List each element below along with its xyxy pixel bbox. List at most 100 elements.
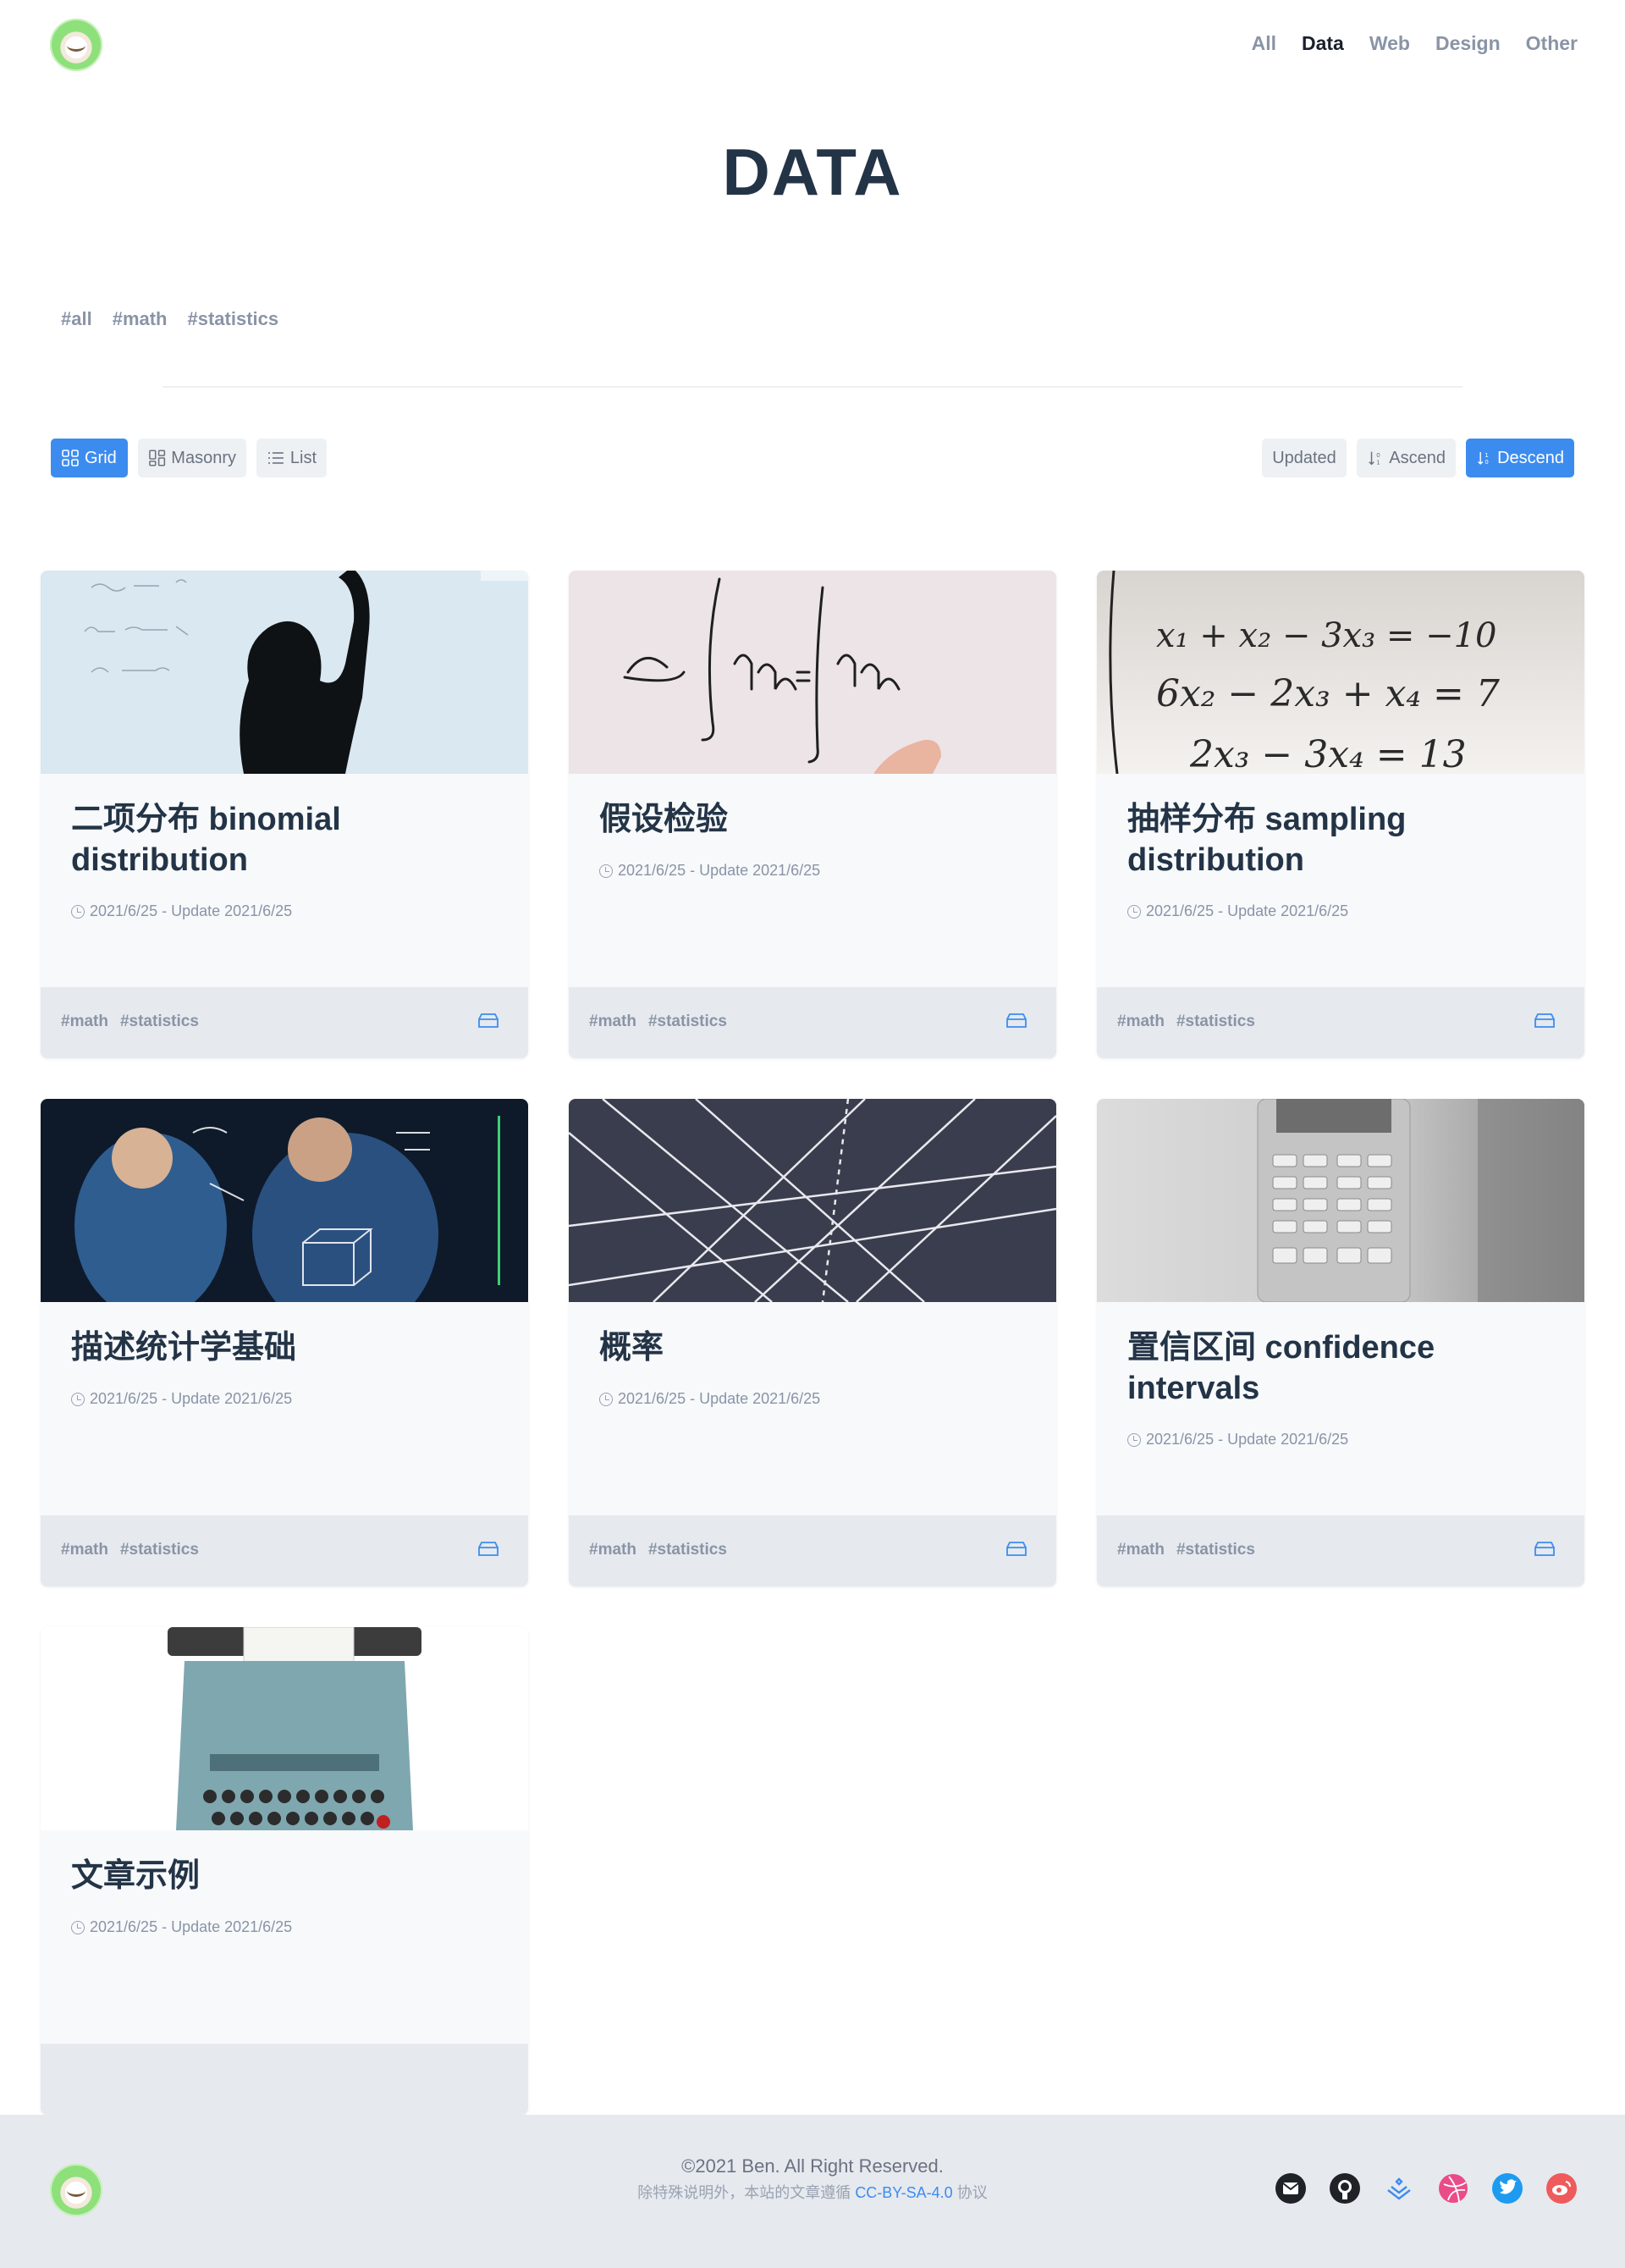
archive-box-icon[interactable]: [1005, 1011, 1027, 1029]
masonry-icon: [149, 450, 166, 466]
sort-ascend-button[interactable]: 01 Ascend: [1357, 439, 1456, 477]
nav-data[interactable]: Data: [1302, 32, 1344, 55]
svg-text:2x₃ − 3x₄ = 13: 2x₃ − 3x₄ = 13: [1189, 733, 1467, 774]
clock-icon: [71, 1920, 85, 1934]
tag-statistics[interactable]: #statistics: [188, 308, 279, 330]
archive-box-icon[interactable]: [477, 1011, 499, 1029]
category-tags: #all #math #statistics: [61, 308, 278, 330]
updated-label: Updated: [1272, 448, 1336, 467]
post-card[interactable]: 置信区间 confidence intervals 2021/6/25 - Up…: [1097, 1099, 1584, 1586]
svg-text:0: 0: [1485, 459, 1488, 466]
divider: [162, 386, 1462, 388]
post-title[interactable]: 抽样分布 sampling distribution: [1127, 799, 1551, 880]
license-prefix: 除特殊说明外，本站的文章遵循: [637, 2184, 851, 2201]
post-tag-statistics[interactable]: #statistics: [648, 1541, 727, 1559]
post-footer: #math #statistics: [569, 1515, 1056, 1586]
post-card[interactable]: 文章示例 2021/6/25 - Update 2021/6/25: [41, 1627, 528, 2115]
post-date: 2021/6/25 - Update 2021/6/25: [90, 1390, 293, 1407]
archive-box-icon[interactable]: [1534, 1011, 1556, 1029]
post-card[interactable]: 二项分布 binomial distribution 2021/6/25 - U…: [41, 571, 528, 1058]
post-card[interactable]: 描述统计学基础 2021/6/25 - Update 2021/6/25 #ma…: [41, 1099, 528, 1586]
clock-icon: [1127, 904, 1141, 919]
post-tag-statistics[interactable]: #statistics: [120, 1541, 199, 1559]
nav-design[interactable]: Design: [1435, 32, 1501, 55]
github-icon[interactable]: [1329, 2172, 1361, 2205]
tag-all[interactable]: #all: [61, 308, 92, 330]
post-tag-statistics[interactable]: #statistics: [648, 1013, 727, 1031]
clock-icon: [599, 1392, 613, 1406]
post-card[interactable]: 概率 2021/6/25 - Update 2021/6/25 #math #s…: [569, 1099, 1056, 1586]
post-title[interactable]: 描述统计学基础: [71, 1327, 494, 1368]
post-tag-math[interactable]: #math: [1117, 1013, 1165, 1031]
masonry-view-button[interactable]: Masonry: [138, 439, 246, 477]
archive-box-icon[interactable]: [1534, 1539, 1556, 1558]
svg-text:6x₂ − 2x₃ + x₄ = 7: 6x₂ − 2x₃ + x₄ = 7: [1156, 672, 1500, 715]
juejin-icon[interactable]: [1383, 2172, 1415, 2205]
post-meta: 2021/6/25 - Update 2021/6/25: [71, 1390, 292, 1408]
post-title[interactable]: 概率: [599, 1327, 1022, 1368]
dribbble-icon[interactable]: [1437, 2172, 1469, 2205]
post-meta: 2021/6/25 - Update 2021/6/25: [599, 862, 820, 880]
svg-text:1: 1: [1485, 452, 1488, 459]
clock-icon: [71, 904, 85, 919]
weibo-icon[interactable]: [1545, 2172, 1578, 2205]
license-link[interactable]: CC-BY-SA-4.0: [855, 2184, 952, 2201]
post-card[interactable]: 假设检验 2021/6/25 - Update 2021/6/25 #math …: [569, 571, 1056, 1058]
descend-label: Descend: [1497, 448, 1564, 467]
list-label: List: [289, 448, 317, 467]
post-date: 2021/6/25 - Update 2021/6/25: [618, 1390, 821, 1407]
grid-icon: [62, 450, 79, 466]
sort-descend-button[interactable]: 10 Descend: [1466, 439, 1574, 477]
post-title[interactable]: 置信区间 confidence intervals: [1127, 1327, 1551, 1409]
post-thumbnail: [41, 571, 528, 774]
post-tag-math[interactable]: #math: [61, 1013, 108, 1031]
site-logo[interactable]: [50, 19, 102, 71]
post-date: 2021/6/25 - Update 2021/6/25: [618, 862, 821, 879]
nav-all[interactable]: All: [1252, 32, 1276, 55]
post-tag-statistics[interactable]: #statistics: [1176, 1013, 1255, 1031]
post-title[interactable]: 假设检验: [599, 799, 1022, 840]
list-icon: [267, 452, 284, 464]
grid-view-button[interactable]: Grid: [51, 439, 128, 477]
archive-box-icon[interactable]: [1005, 1539, 1027, 1558]
post-title[interactable]: 二项分布 binomial distribution: [71, 799, 494, 880]
license-suffix: 协议: [956, 2184, 988, 2201]
post-date: 2021/6/25 - Update 2021/6/25: [1146, 902, 1349, 919]
tag-math[interactable]: #math: [113, 308, 168, 330]
post-tag-math[interactable]: #math: [589, 1541, 636, 1559]
post-title[interactable]: 文章示例: [71, 1856, 494, 1896]
post-meta: 2021/6/25 - Update 2021/6/25: [71, 902, 292, 920]
post-meta: 2021/6/25 - Update 2021/6/25: [71, 1918, 292, 1936]
post-date: 2021/6/25 - Update 2021/6/25: [90, 902, 293, 919]
post-meta: 2021/6/25 - Update 2021/6/25: [1127, 1431, 1348, 1449]
post-thumbnail: [41, 1099, 528, 1302]
post-tag-math[interactable]: #math: [1117, 1541, 1165, 1559]
post-footer: #math #statistics: [1097, 1515, 1584, 1586]
nav-other[interactable]: Other: [1526, 32, 1578, 55]
email-icon[interactable]: [1275, 2172, 1307, 2205]
post-tag-math[interactable]: #math: [589, 1013, 636, 1031]
post-thumbnail: [569, 1099, 1056, 1302]
post-tag-statistics[interactable]: #statistics: [1176, 1541, 1255, 1559]
archive-box-icon[interactable]: [477, 1539, 499, 1558]
page-title: DATA: [722, 135, 903, 209]
post-date: 2021/6/25 - Update 2021/6/25: [1146, 1431, 1349, 1448]
post-meta: 2021/6/25 - Update 2021/6/25: [1127, 902, 1348, 920]
svg-text:1: 1: [1376, 458, 1380, 466]
post-thumbnail: x₁ + x₂ − 3x₃ = −10 6x₂ − 2x₃ + x₄ = 7 2…: [1097, 571, 1584, 774]
post-tag-math[interactable]: #math: [61, 1541, 108, 1559]
post-card[interactable]: x₁ + x₂ − 3x₃ = −10 6x₂ − 2x₃ + x₄ = 7 2…: [1097, 571, 1584, 1058]
clock-icon: [1127, 1432, 1141, 1447]
post-footer: #math #statistics: [41, 987, 528, 1058]
twitter-icon[interactable]: [1491, 2172, 1523, 2205]
list-view-button[interactable]: List: [256, 439, 327, 477]
post-footer: #math #statistics: [41, 1515, 528, 1586]
main-nav: All Data Web Design Other: [1252, 32, 1578, 55]
sort-descending-icon: 10: [1478, 452, 1489, 466]
sort-updated-button[interactable]: Updated: [1262, 439, 1347, 477]
ascend-label: Ascend: [1389, 448, 1446, 467]
nav-web[interactable]: Web: [1369, 32, 1410, 55]
sort-ascending-icon: 01: [1369, 451, 1380, 466]
post-tag-statistics[interactable]: #statistics: [120, 1013, 199, 1031]
post-footer: #math #statistics: [569, 987, 1056, 1058]
